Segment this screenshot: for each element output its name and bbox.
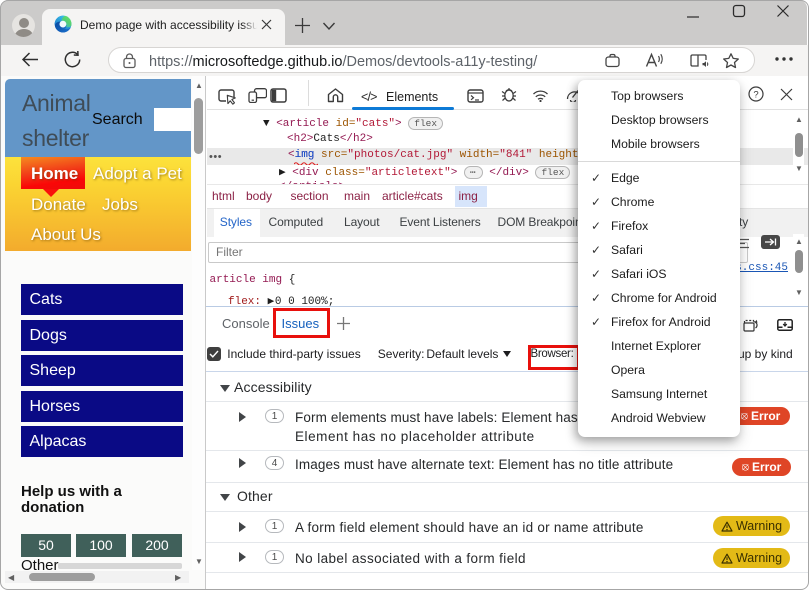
svg-text:?: ?: [753, 89, 758, 100]
